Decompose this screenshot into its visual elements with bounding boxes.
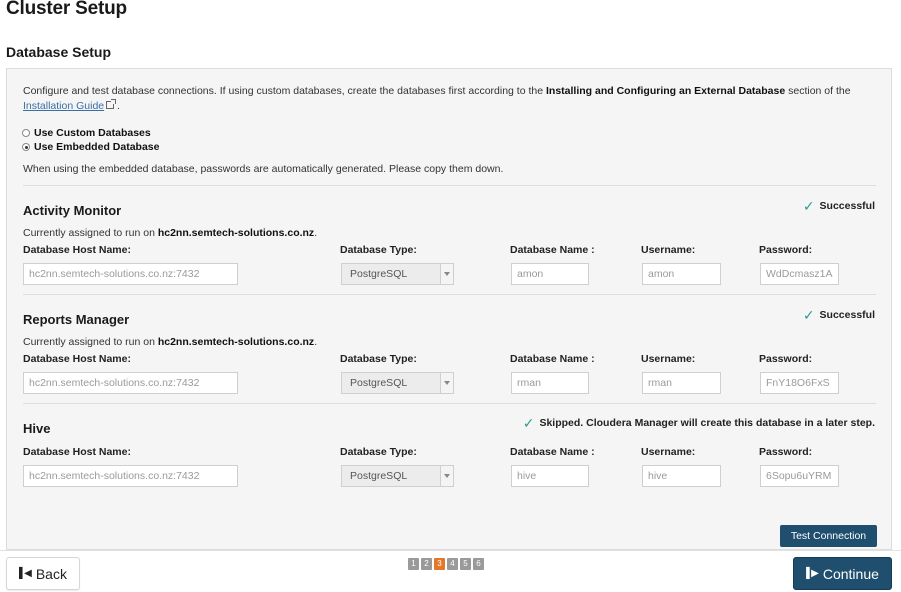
skip-back-icon: ▌◀	[19, 568, 32, 579]
hive-host-input[interactable]: hc2nn.semtech-solutions.co.nz:7432	[23, 465, 238, 487]
activity-monitor-status: ✓ Successful	[802, 198, 875, 214]
hive-password-input[interactable]: 6Sopu6uYRM	[760, 465, 839, 487]
password-label: Password:	[759, 446, 813, 458]
check-icon: ✓	[522, 415, 535, 431]
reports-manager-title: Reports Manager	[23, 312, 130, 327]
divider	[23, 403, 876, 404]
reports-manager-type-select[interactable]: PostgreSQL	[341, 372, 454, 394]
pager-step[interactable]: 4	[447, 558, 458, 570]
status-text: Successful	[819, 309, 875, 321]
hive-status: ✓ Skipped. Cloudera Manager will create …	[522, 415, 875, 431]
activity-monitor-db-name-input[interactable]: amon	[511, 263, 589, 285]
test-connection-button[interactable]: Test Connection	[780, 525, 877, 547]
assigned-prefix: Currently assigned to run on	[23, 336, 158, 348]
assigned-host: hc2nn.semtech-solutions.co.nz	[157, 336, 315, 348]
hive-title: Hive	[23, 421, 51, 436]
db-name-label: Database Name :	[510, 244, 595, 256]
assigned-host: hc2nn.semtech-solutions.co.nz	[157, 227, 315, 239]
external-link-icon	[106, 99, 117, 109]
check-icon: ✓	[802, 198, 815, 214]
divider	[23, 185, 876, 186]
reports-manager-host-input[interactable]: hc2nn.semtech-solutions.co.nz:7432	[23, 372, 238, 394]
assigned-suffix: .	[314, 227, 318, 239]
custom-databases-option[interactable]: Use Custom Databases	[22, 127, 151, 139]
reports-manager-status: ✓ Successful	[802, 307, 875, 323]
continue-button[interactable]: ▌▶ Continue	[793, 557, 892, 590]
pager-step[interactable]: 2	[421, 558, 432, 570]
reports-manager-password-input[interactable]: FnY18O6FxS	[760, 372, 839, 394]
db-name-label: Database Name :	[510, 353, 595, 365]
chevron-down-icon	[440, 373, 453, 393]
database-setup-panel: Configure and test database connections.…	[6, 68, 892, 550]
embedded-note: When using the embedded database, passwo…	[23, 163, 504, 175]
username-label: Username:	[641, 244, 696, 256]
chevron-down-icon	[440, 264, 453, 284]
intro-text: Configure and test database connections.…	[23, 84, 873, 114]
reports-manager-username-input[interactable]: rman	[642, 372, 721, 394]
hive-type-select[interactable]: PostgreSQL	[341, 465, 454, 487]
embedded-database-label: Use Embedded Database	[34, 141, 160, 153]
host-label: Database Host Name:	[23, 353, 131, 365]
type-label: Database Type:	[340, 353, 417, 365]
installation-guide-link[interactable]: Installation Guide	[23, 100, 104, 112]
check-icon: ✓	[802, 307, 815, 323]
continue-label: Continue	[822, 565, 879, 582]
db-name-label: Database Name :	[510, 446, 595, 458]
username-label: Username:	[641, 446, 696, 458]
reports-manager-assigned: Currently assigned to run on hc2nn.semte…	[23, 336, 317, 348]
custom-databases-label: Use Custom Databases	[34, 127, 151, 139]
divider	[23, 294, 876, 295]
select-value: PostgreSQL	[350, 268, 408, 280]
embedded-database-option[interactable]: Use Embedded Database	[22, 141, 159, 153]
intro-text-part: Configure and test database connections.…	[23, 85, 546, 97]
status-text: Successful	[819, 200, 875, 212]
intro-bold-text: Installing and Configuring an External D…	[546, 85, 786, 97]
custom-databases-radio[interactable]	[22, 129, 30, 137]
host-label: Database Host Name:	[23, 244, 131, 256]
back-button[interactable]: ▌◀ Back	[6, 557, 80, 590]
activity-monitor-title: Activity Monitor	[23, 203, 122, 218]
type-label: Database Type:	[340, 244, 417, 256]
pager-step[interactable]: 6	[473, 558, 484, 570]
assigned-prefix: Currently assigned to run on	[23, 227, 158, 239]
username-label: Username:	[641, 353, 696, 365]
intro-text-part: section of the	[785, 85, 851, 97]
hive-username-input[interactable]: hive	[642, 465, 721, 487]
type-label: Database Type:	[340, 446, 417, 458]
activity-monitor-assigned: Currently assigned to run on hc2nn.semte…	[23, 227, 317, 239]
section-title: Database Setup	[6, 44, 112, 60]
chevron-down-icon	[440, 466, 453, 486]
embedded-database-radio[interactable]	[22, 143, 30, 151]
assigned-suffix: .	[314, 336, 318, 348]
activity-monitor-host-input[interactable]: hc2nn.semtech-solutions.co.nz:7432	[23, 263, 238, 285]
pager-step[interactable]: 1	[408, 558, 419, 570]
host-label: Database Host Name:	[23, 446, 131, 458]
reports-manager-db-name-input[interactable]: rman	[511, 372, 589, 394]
pager-step[interactable]: 5	[460, 558, 471, 570]
select-value: PostgreSQL	[350, 470, 408, 482]
password-label: Password:	[759, 353, 813, 365]
page-title: Cluster Setup	[6, 0, 127, 19]
select-value: PostgreSQL	[350, 377, 408, 389]
pager-step-current[interactable]: 3	[434, 558, 445, 570]
activity-monitor-password-input[interactable]: WdDcmasz1A	[760, 263, 839, 285]
activity-monitor-type-select[interactable]: PostgreSQL	[341, 263, 454, 285]
back-label: Back	[35, 565, 67, 582]
password-label: Password:	[759, 244, 813, 256]
activity-monitor-username-input[interactable]: amon	[642, 263, 721, 285]
hive-db-name-input[interactable]: hive	[511, 465, 589, 487]
status-text: Skipped. Cloudera Manager will create th…	[539, 417, 875, 429]
footer-divider	[0, 550, 901, 551]
step-pager: 1 2 3 4 5 6	[408, 558, 484, 570]
skip-forward-icon: ▌▶	[806, 568, 819, 579]
